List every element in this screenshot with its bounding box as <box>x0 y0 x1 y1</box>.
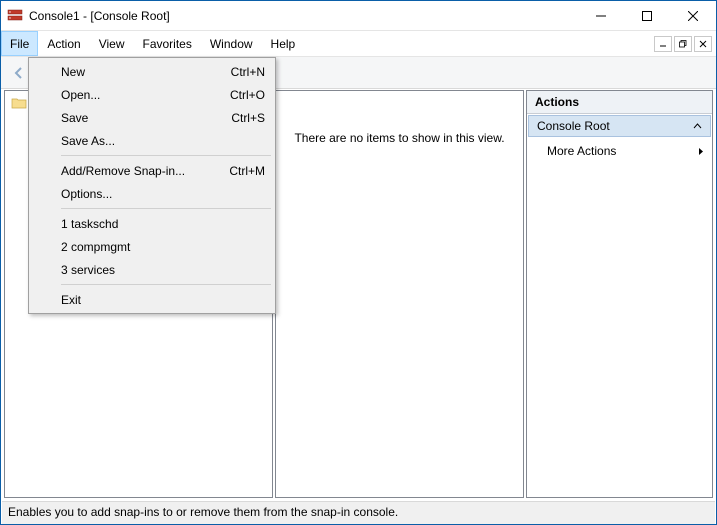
actions-header: Actions <box>527 91 712 114</box>
menu-item-shortcut: Ctrl+O <box>230 88 265 102</box>
menu-item-label: New <box>61 65 85 79</box>
menu-item-save[interactable]: Save Ctrl+S <box>31 106 273 129</box>
center-pane: There are no items to show in this view. <box>275 90 524 498</box>
menu-item-recent-3[interactable]: 3 services <box>31 258 273 281</box>
menu-item-recent-1[interactable]: 1 taskschd <box>31 212 273 235</box>
actions-section-console-root[interactable]: Console Root <box>528 115 711 137</box>
minimize-button[interactable] <box>578 1 624 30</box>
actions-pane: Actions Console Root More Actions <box>526 90 713 498</box>
actions-section-label: Console Root <box>537 119 610 133</box>
menu-item-save-as[interactable]: Save As... <box>31 129 273 152</box>
menubar: File Action View Favorites Window Help <box>1 31 716 57</box>
mdi-minimize-button[interactable] <box>654 36 672 52</box>
menu-item-label: 3 services <box>61 263 115 277</box>
menu-item-shortcut: Ctrl+M <box>229 164 265 178</box>
menu-item-options[interactable]: Options... <box>31 182 273 205</box>
menu-item-label: 1 taskschd <box>61 217 118 231</box>
menu-favorites[interactable]: Favorites <box>134 31 201 56</box>
menu-item-label: Save As... <box>61 134 115 148</box>
menu-action[interactable]: Action <box>38 31 89 56</box>
maximize-button[interactable] <box>624 1 670 30</box>
menu-item-exit[interactable]: Exit <box>31 288 273 311</box>
menu-item-open[interactable]: Open... Ctrl+O <box>31 83 273 106</box>
titlebar: Console1 - [Console Root] <box>1 1 716 31</box>
menu-item-label: Options... <box>61 187 112 201</box>
menu-item-label: 2 compmgmt <box>61 240 130 254</box>
window-title: Console1 - [Console Root] <box>29 9 578 23</box>
collapse-up-icon <box>693 122 702 131</box>
menu-separator <box>61 284 271 285</box>
mdi-close-button[interactable] <box>694 36 712 52</box>
menu-item-new[interactable]: New Ctrl+N <box>31 60 273 83</box>
menu-item-label: Open... <box>61 88 100 102</box>
menu-window[interactable]: Window <box>201 31 262 56</box>
menu-item-label: Exit <box>61 293 81 307</box>
mdi-restore-button[interactable] <box>674 36 692 52</box>
folder-icon <box>11 96 27 110</box>
menu-item-add-remove-snapin[interactable]: Add/Remove Snap-in... Ctrl+M <box>31 159 273 182</box>
menu-item-recent-2[interactable]: 2 compmgmt <box>31 235 273 258</box>
statusbar: Enables you to add snap-ins to or remove… <box>2 501 715 524</box>
actions-more-label: More Actions <box>547 144 616 158</box>
empty-message: There are no items to show in this view. <box>294 131 504 145</box>
actions-more[interactable]: More Actions <box>527 138 712 164</box>
menu-item-shortcut: Ctrl+S <box>231 111 265 125</box>
mmc-app-icon <box>7 8 23 24</box>
submenu-right-icon <box>697 147 704 156</box>
menu-view[interactable]: View <box>90 31 134 56</box>
menu-item-label: Add/Remove Snap-in... <box>61 164 185 178</box>
status-text: Enables you to add snap-ins to or remove… <box>8 505 398 519</box>
menu-file[interactable]: File <box>1 31 38 56</box>
menu-separator <box>61 208 271 209</box>
file-menu-dropdown: New Ctrl+N Open... Ctrl+O Save Ctrl+S Sa… <box>28 57 276 314</box>
menu-item-label: Save <box>61 111 88 125</box>
menu-help[interactable]: Help <box>262 31 305 56</box>
menu-separator <box>61 155 271 156</box>
menu-item-shortcut: Ctrl+N <box>231 65 265 79</box>
close-button[interactable] <box>670 1 716 30</box>
